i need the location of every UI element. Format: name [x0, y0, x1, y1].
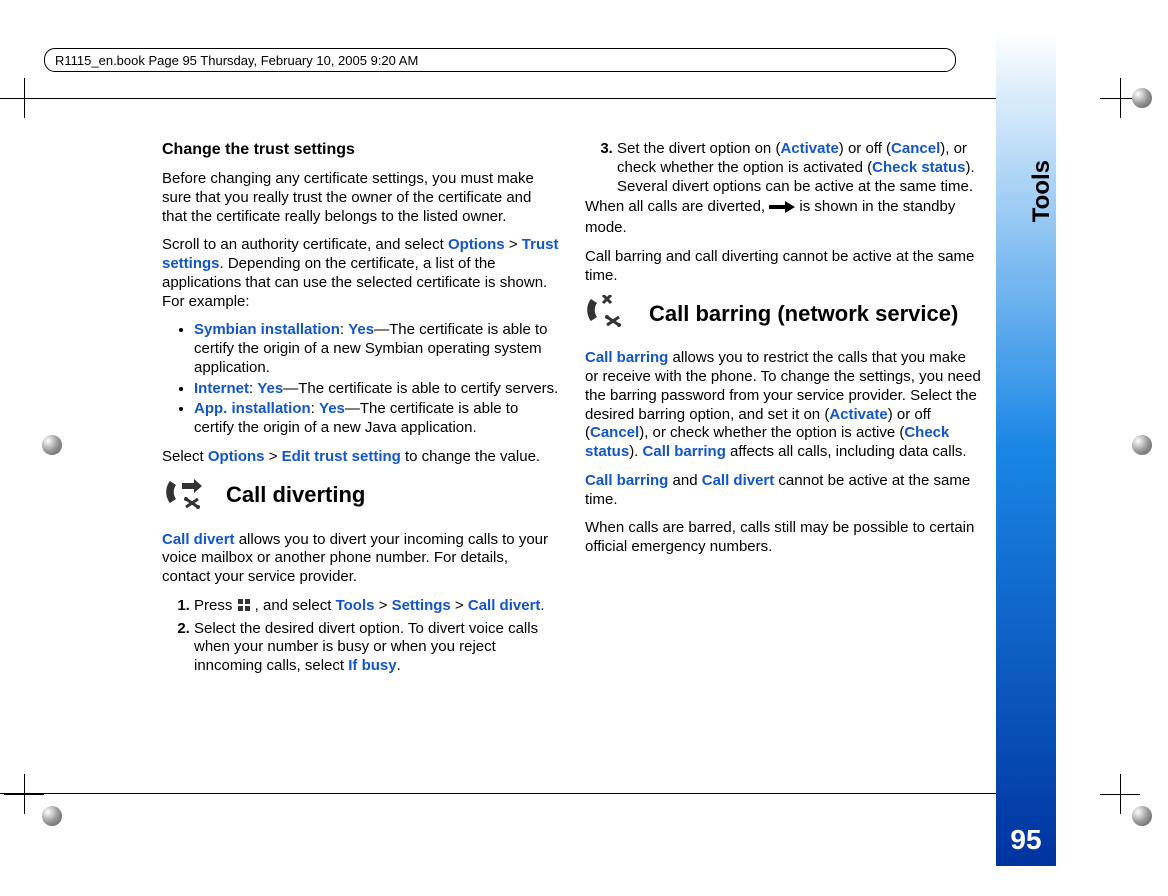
ui-term-call-divert: Call divert: [702, 472, 775, 489]
ui-term-call-barring: Call barring: [643, 443, 726, 460]
ui-term-call-barring: Call barring: [585, 349, 668, 366]
binder-hole: [1132, 806, 1152, 826]
list-item: Press , and select Tools > Settings > Ca…: [194, 597, 559, 618]
ui-term-app-installation: App. installation: [194, 400, 311, 417]
ui-term-activate: Activate: [829, 406, 887, 423]
list-item: Set the divert option on (Activate) or o…: [617, 140, 982, 196]
list-item: Symbian installation: Yes—The certificat…: [194, 321, 559, 377]
binder-hole: [42, 806, 62, 826]
ui-term-yes: Yes: [257, 380, 283, 397]
paragraph: When all calls are diverted, is shown in…: [585, 198, 982, 238]
paragraph: Before changing any certificate settings…: [162, 170, 559, 226]
page-number: 95: [996, 824, 1056, 856]
ui-term-yes: Yes: [348, 321, 374, 338]
ui-term-call-divert: Call divert: [468, 597, 541, 614]
section-tab: Tools: [1028, 160, 1056, 222]
ui-term-yes: Yes: [319, 400, 345, 417]
ui-term-check-status: Check status: [872, 159, 965, 176]
crop-line: [0, 98, 1005, 99]
ui-term-call-divert: Call divert: [162, 531, 235, 548]
ui-term-options: Options: [448, 236, 505, 253]
binder-hole: [1132, 435, 1152, 455]
ui-term-call-barring: Call barring: [585, 472, 668, 489]
list-item: App. installation: Yes—The certificate i…: [194, 400, 559, 438]
paragraph: Scroll to an authority certificate, and …: [162, 236, 559, 311]
ui-term-activate: Activate: [780, 140, 838, 157]
ui-term-settings: Settings: [392, 597, 451, 614]
heading-text: Call barring (network service): [649, 300, 958, 328]
paragraph: Call barring and call diverting cannot b…: [585, 248, 982, 286]
list-item: Internet: Yes—The certificate is able to…: [194, 380, 559, 399]
heading-trust-settings: Change the trust settings: [162, 140, 559, 160]
ui-term-edit-trust-setting: Edit trust setting: [282, 448, 401, 465]
book-header-text: R1115_en.book Page 95 Thursday, February…: [55, 53, 418, 68]
paragraph: Call divert allows you to divert your in…: [162, 531, 559, 587]
menu-key-icon: [237, 598, 251, 618]
paragraph: Call barring and Call divert cannot be a…: [585, 472, 982, 510]
call-divert-icon: [162, 477, 208, 513]
heading-call-diverting: Call diverting: [162, 477, 559, 513]
list-item: Select the desired divert option. To div…: [194, 620, 559, 676]
divert-indicator-icon: [769, 200, 795, 219]
paragraph: Call barring allows you to restrict the …: [585, 349, 982, 462]
heading-call-barring: Call barring (network service): [585, 295, 982, 331]
ui-term-tools: Tools: [336, 597, 375, 614]
ui-term-options: Options: [208, 448, 265, 465]
binder-hole: [42, 435, 62, 455]
crop-mark: [4, 774, 44, 814]
paragraph: Select Options > Edit trust setting to c…: [162, 448, 559, 467]
side-panel: Tools 95: [996, 30, 1056, 866]
call-barring-icon: [585, 295, 631, 331]
ui-term-if-busy: If busy: [348, 657, 396, 674]
ui-term-cancel: Cancel: [590, 424, 639, 441]
page-content: Change the trust settings Before changin…: [162, 140, 982, 790]
ui-term-symbian-installation: Symbian installation: [194, 321, 340, 338]
binder-hole: [1132, 88, 1152, 108]
book-header: R1115_en.book Page 95 Thursday, February…: [44, 48, 956, 72]
ui-term-internet: Internet: [194, 380, 249, 397]
paragraph: When calls are barred, calls still may b…: [585, 519, 982, 557]
heading-text: Call diverting: [226, 481, 365, 509]
ui-term-cancel: Cancel: [891, 140, 940, 157]
crop-line: [0, 793, 1005, 794]
